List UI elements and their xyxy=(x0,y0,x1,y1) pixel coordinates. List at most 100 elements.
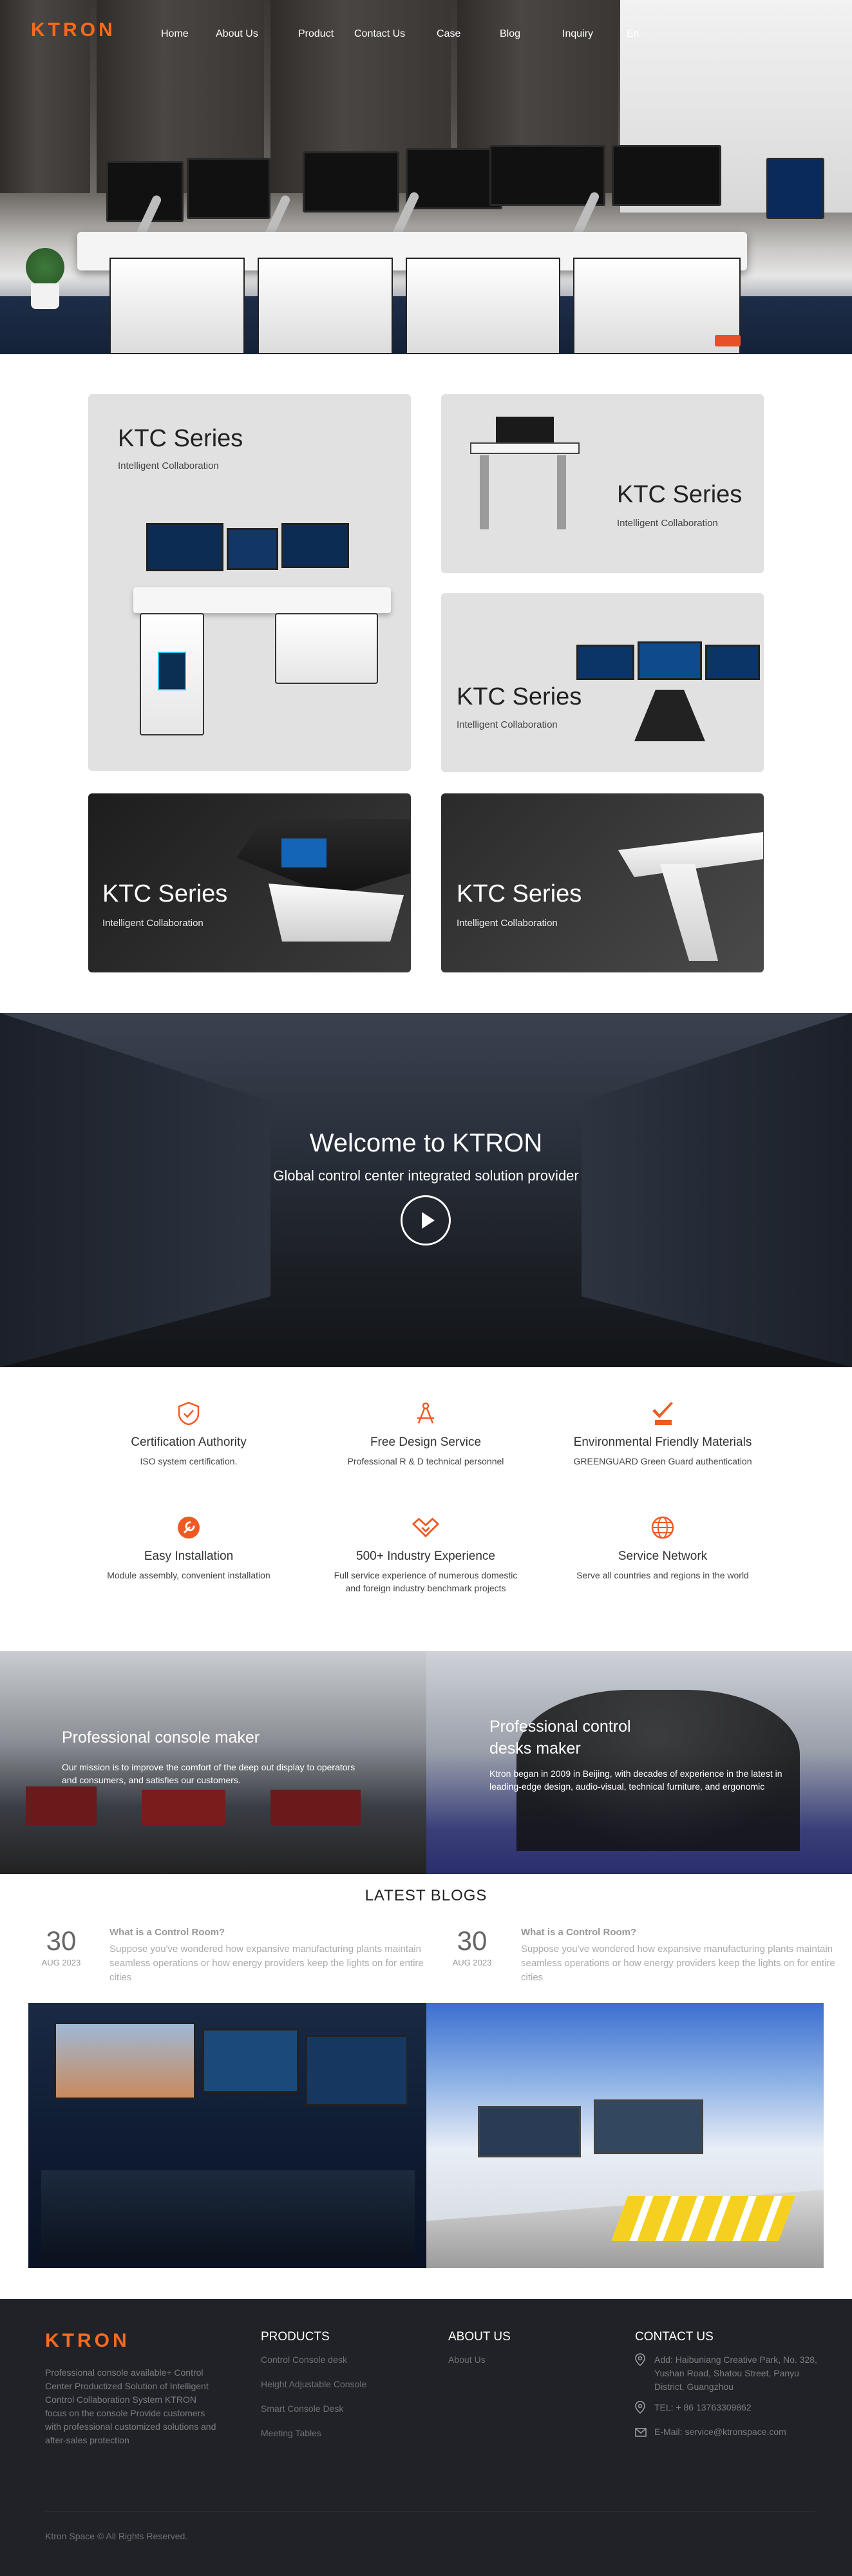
monitor-image xyxy=(576,645,634,680)
monitor-image xyxy=(281,523,349,568)
console-cabinet-image xyxy=(275,613,378,684)
footer-tel[interactable]: TEL: + 86 13763309862 xyxy=(654,2401,752,2414)
feature-desc: Serve all countries and regions in the w… xyxy=(576,1570,749,1580)
feature-desc: ISO system certification. xyxy=(140,1456,238,1466)
ktron-logo[interactable]: KTRON xyxy=(31,19,116,41)
footer-email[interactable]: E-Mail: service@ktronspace.com xyxy=(654,2425,822,2439)
footer-link-about-us[interactable]: About Us xyxy=(448,2354,486,2365)
location-pin-icon xyxy=(635,2353,645,2369)
feature-item: Free Design Service Professional R & D t… xyxy=(303,1399,548,1468)
main-menu: Home About Us Product Contact Us Case Bl… xyxy=(161,28,678,40)
desk-leg-image xyxy=(480,455,489,529)
video-wall-image xyxy=(54,2022,196,2099)
play-video-button[interactable] xyxy=(401,1195,451,1245)
footer-link-height-adjustable[interactable]: Height Adjustable Console xyxy=(261,2379,366,2389)
monitor-image xyxy=(406,148,502,209)
monitor-image xyxy=(612,145,721,206)
video-wall-image xyxy=(202,2029,299,2093)
feature-item: 500+ Industry Experience Full service ex… xyxy=(303,1513,548,1595)
footer-address: Add: Haibuniang Creative Park, No. 328, … xyxy=(654,2354,817,2392)
product-title: KTC Series xyxy=(617,481,743,508)
monitor-image xyxy=(496,417,554,442)
location-pin-icon xyxy=(635,2401,645,2417)
building-left-image xyxy=(0,1013,270,1367)
console-cabinet xyxy=(258,258,393,354)
top-navigation: KTRON Home About Us Product Contact Us C… xyxy=(0,0,852,71)
feature-title: Environmental Friendly Materials xyxy=(573,1435,752,1449)
feature-item: Environmental Friendly Materials GREENGU… xyxy=(540,1399,785,1468)
product-card[interactable]: KTC Series Intelligent Collaboration xyxy=(441,593,764,772)
monitor-image xyxy=(705,645,760,680)
product-subtitle: Intelligent Collaboration xyxy=(617,518,718,529)
blog-month: AUG 2023 xyxy=(452,1958,492,1967)
team-photo[interactable]: Professional control desks maker Ktron b… xyxy=(426,1651,852,1874)
blog-image-console[interactable] xyxy=(426,2003,824,2268)
welcome-video-section: Welcome to KTRON Global control center i… xyxy=(0,1013,852,1367)
product-title: KTC Series xyxy=(457,683,582,710)
design-compass-icon xyxy=(412,1399,440,1428)
monitor-image xyxy=(638,641,702,680)
monitor-image xyxy=(594,2099,703,2154)
blogs-heading: LATEST BLOGS xyxy=(364,1887,488,1904)
cabinet-screen-icon xyxy=(158,652,186,690)
feature-title: Certification Authority xyxy=(131,1435,247,1449)
handshake-icon xyxy=(412,1513,440,1542)
feature-item: Service Network Serve all countries and … xyxy=(540,1513,785,1582)
nav-item-case[interactable]: Case xyxy=(437,28,500,40)
nav-item-language[interactable]: En xyxy=(627,28,678,40)
product-card[interactable]: KTC Series Intelligent Collaboration xyxy=(88,793,411,972)
nav-item-home[interactable]: Home xyxy=(161,28,216,40)
footer-logo[interactable]: KTRON xyxy=(45,2330,130,2352)
blog-image-control-room[interactable] xyxy=(28,2003,426,2268)
nav-item-about-us[interactable]: About Us xyxy=(216,28,298,40)
nav-item-product[interactable]: Product xyxy=(298,28,354,40)
footer-products-heading: PRODUCTS xyxy=(261,2330,330,2344)
footer-link-smart-console[interactable]: Smart Console Desk xyxy=(261,2403,343,2414)
footer-link-meeting-tables[interactable]: Meeting Tables xyxy=(261,2428,321,2438)
footer: KTRON Professional console available+ Co… xyxy=(0,2299,852,2576)
footer-link-control-console[interactable]: Control Console desk xyxy=(261,2354,347,2365)
console-body-image xyxy=(269,884,404,942)
feature-desc: Professional R & D technical personnel xyxy=(347,1456,504,1466)
monitor-image xyxy=(187,158,270,219)
feature-desc: Full service experience of numerous dome… xyxy=(334,1570,518,1593)
welcome-subtitle: Global control center integrated solutio… xyxy=(273,1168,579,1184)
product-card[interactable]: KTC Series Intelligent Collaboration xyxy=(441,793,764,972)
product-title: KTC Series xyxy=(102,880,228,907)
console-accent xyxy=(715,335,741,346)
console-leg-image xyxy=(660,864,718,961)
nav-item-contact-us[interactable]: Contact Us xyxy=(354,28,437,40)
wrench-icon xyxy=(175,1513,203,1542)
copyright-text: Ktron Space © All Rights Reserved. xyxy=(45,2531,188,2541)
monitor-image xyxy=(227,528,278,570)
nav-item-blog[interactable]: Blog xyxy=(500,28,562,40)
feature-item: Easy Installation Module assembly, conve… xyxy=(66,1513,311,1582)
desk-top-image xyxy=(470,442,580,454)
nav-item-inquiry[interactable]: Inquiry xyxy=(562,28,627,40)
monitor-image xyxy=(766,158,824,219)
product-card[interactable]: KTC Series Intelligent Collaboration xyxy=(88,394,411,771)
monitor-image xyxy=(478,2106,581,2157)
email-icon xyxy=(635,2428,647,2440)
globe-icon xyxy=(648,1513,677,1542)
product-title: KTC Series xyxy=(118,425,243,452)
console-image xyxy=(26,1786,97,1825)
product-card[interactable]: KTC Series Intelligent Collaboration xyxy=(441,394,764,573)
blog-title[interactable]: What is a Control Room? xyxy=(109,1927,225,1938)
blog-excerpt: Suppose you've wondered how expansive ma… xyxy=(109,1944,424,1983)
factory-photo[interactable]: Professional console maker Our mission i… xyxy=(0,1651,426,1874)
about-title: Professional console maker xyxy=(62,1728,260,1747)
feature-title: 500+ Industry Experience xyxy=(356,1549,495,1563)
blog-title[interactable]: What is a Control Room? xyxy=(521,1927,636,1938)
feature-desc: Module assembly, convenient installation xyxy=(107,1570,270,1580)
blog-month: AUG 2023 xyxy=(41,1958,81,1967)
footer-about-heading: ABOUT US xyxy=(448,2330,511,2344)
about-text: Ktron began in 2009 in Beijing, with dec… xyxy=(489,1768,782,1792)
operator-desks-image xyxy=(41,2170,415,2260)
product-title: KTC Series xyxy=(457,880,582,907)
welcome-title: Welcome to KTRON xyxy=(309,1129,543,1157)
blog-date: 30 AUG 2023 xyxy=(39,1926,84,1967)
product-subtitle: Intelligent Collaboration xyxy=(457,719,558,730)
console-base-image xyxy=(634,690,705,741)
building-right-image xyxy=(582,1013,852,1367)
